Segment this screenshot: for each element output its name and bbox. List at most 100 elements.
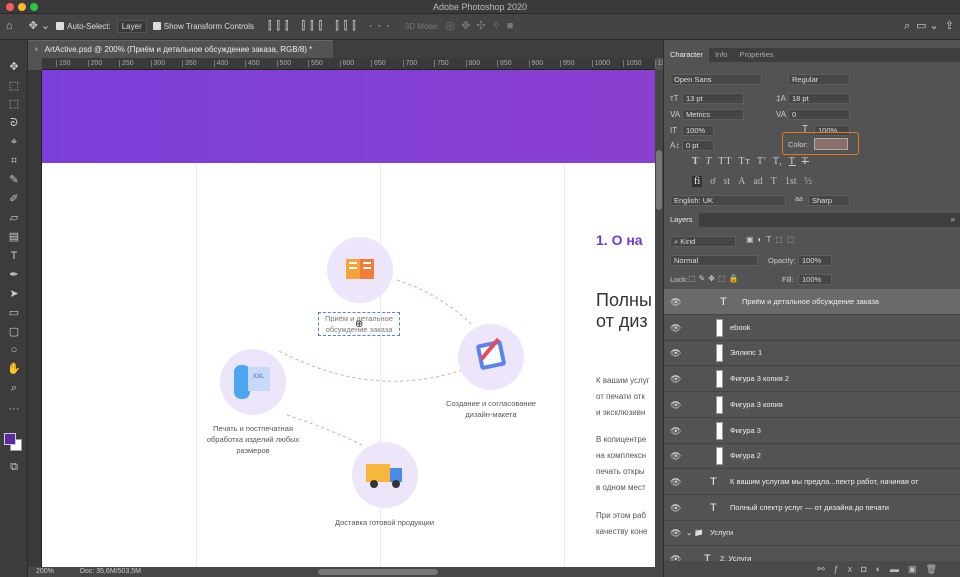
foreground-color-fill[interactable]: [4, 433, 16, 445]
auto-select-checkbox[interactable]: Auto-Select:: [56, 22, 111, 31]
baseline-shift-field[interactable]: 0 pt: [682, 140, 714, 151]
move-tool-icon[interactable]: ✥: [7, 60, 21, 74]
kerning-field[interactable]: Metrics: [682, 109, 744, 120]
artboard-tool-icon[interactable]: ⬚: [7, 79, 21, 93]
blend-mode-select[interactable]: Normal: [670, 255, 758, 266]
folder-icon[interactable]: ⌄ 📁: [686, 520, 704, 546]
close-tab-icon[interactable]: ×: [34, 45, 39, 54]
canvas-horizontal-scrollbar[interactable]: [318, 569, 438, 575]
eyedropper-tool-icon[interactable]: ✎: [7, 173, 21, 187]
layer-row[interactable]: 👁 ebook: [664, 315, 960, 341]
layer-name: Фигура 3 копия: [730, 399, 783, 409]
rectangle-tool-icon[interactable]: ▭: [7, 306, 21, 320]
3d-controls-icons[interactable]: ◎✥✣✧■: [446, 21, 520, 32]
hand-tool-icon[interactable]: ✋: [7, 362, 21, 376]
layer-name: 2. Услуги: [720, 554, 752, 561]
filter-kind-select[interactable]: ⌕ Kind: [670, 236, 736, 247]
visibility-eye-icon[interactable]: 👁: [670, 546, 681, 561]
marquee-tool-icon[interactable]: ⬚: [7, 97, 21, 111]
layer-row[interactable]: 👁 Эллипс 1: [664, 340, 960, 367]
tab-layers[interactable]: Layers: [664, 213, 699, 227]
tab-info[interactable]: Info: [709, 48, 734, 62]
canvas-vertical-scrollbar[interactable]: [655, 70, 663, 567]
crop-tool-icon[interactable]: ⌗: [7, 154, 21, 168]
font-style-select[interactable]: Regular: [788, 74, 850, 85]
close-window-button[interactable]: [6, 3, 14, 11]
opacity-field[interactable]: 100%: [798, 255, 832, 266]
ellipse-tool-icon[interactable]: ○: [7, 343, 21, 357]
tab-character[interactable]: Character: [664, 48, 709, 62]
search-icon[interactable]: ⌕: [904, 21, 910, 32]
rounded-rect-tool-icon[interactable]: ▢: [7, 325, 21, 339]
layer-row[interactable]: 👁 T К вашим услугам мы предла...пектр рабо…: [664, 469, 960, 495]
visibility-eye-icon[interactable]: 👁: [670, 289, 681, 315]
screen-mode-icon[interactable]: ⧉: [7, 460, 21, 474]
zoom-window-button[interactable]: [30, 3, 38, 11]
gradient-tool-icon[interactable]: ▤: [7, 230, 21, 244]
share-icon[interactable]: ⇪: [945, 21, 954, 32]
lasso-tool-icon[interactable]: ᘐ: [7, 116, 21, 130]
visibility-eye-icon[interactable]: 👁: [670, 392, 681, 418]
lock-icons[interactable]: ⬚✎✥⬚🔒: [688, 274, 741, 283]
visibility-eye-icon[interactable]: 👁: [670, 340, 681, 366]
layer-row[interactable]: 👁 Фигура 3: [664, 418, 960, 444]
home-icon[interactable]: ⌂: [6, 21, 13, 32]
ruler-tick-label: 600: [339, 60, 354, 67]
quick-select-tool-icon[interactable]: ⌖: [7, 135, 21, 149]
text-layer-icon: T: [704, 553, 711, 561]
tab-properties[interactable]: Properties: [733, 48, 779, 62]
type-style-buttons[interactable]: T T TT Tт T' T, T T: [692, 156, 809, 167]
panel-menu-icon[interactable]: ≡: [951, 213, 955, 227]
leading-field[interactable]: 18 pt: [788, 93, 850, 104]
tracking-field[interactable]: 0: [788, 109, 850, 120]
layer-row[interactable]: 👁 T Приём и детальное обсуждение заказа: [664, 289, 960, 315]
zoom-tool-icon[interactable]: ⌕: [7, 381, 21, 395]
filter-type-icons[interactable]: ▣◐T⬚⬚: [746, 235, 798, 244]
layer-thumbnail: [716, 447, 723, 466]
text-layer-icon: T: [710, 475, 717, 488]
lock-label: Lock:: [670, 275, 688, 284]
layer-select-dropdown[interactable]: Layer: [116, 20, 147, 33]
visibility-eye-icon[interactable]: 👁: [670, 469, 681, 495]
layer-row[interactable]: 👁 T 2. Услуги: [664, 546, 960, 561]
antialias-select[interactable]: Sharp: [808, 195, 850, 206]
opacity-label: Opacity:: [768, 256, 796, 265]
zoom-level[interactable]: 200%: [36, 568, 54, 575]
more-tools-icon[interactable]: ···: [7, 402, 21, 416]
show-transform-checkbox[interactable]: Show Transform Controls: [152, 22, 254, 31]
layer-row[interactable]: 👁 Фигура 3 копия 2: [664, 366, 960, 393]
font-family-select[interactable]: Open Sans: [670, 74, 762, 85]
document-canvas[interactable]: Приём и детальное обсуждение заказа ⊕ Со…: [42, 70, 655, 567]
language-select[interactable]: English: UK: [670, 195, 786, 206]
path-select-tool-icon[interactable]: ➤: [7, 287, 21, 301]
font-size-field[interactable]: 13 pt: [682, 93, 744, 104]
vertical-scale-field[interactable]: 100%: [682, 125, 714, 136]
type-tool-icon[interactable]: T: [7, 249, 21, 263]
layer-row[interactable]: 👁 T Полный спектр услуг — от дизайна до пе…: [664, 495, 960, 521]
visibility-eye-icon[interactable]: 👁: [670, 366, 681, 392]
document-tab[interactable]: × ArtActive.psd @ 200% (Приём и детальное…: [28, 40, 333, 58]
layer-row[interactable]: 👁 Фигура 3 копия: [664, 392, 960, 418]
ruler-tick-label: 250: [119, 60, 134, 67]
opentype-buttons[interactable]: fi ơ st Aad T 1st ½: [692, 176, 812, 187]
layer-row[interactable]: 👁 Фигура 2: [664, 443, 960, 470]
text-color-swatch[interactable]: [814, 138, 848, 150]
visibility-eye-icon[interactable]: 👁: [670, 495, 681, 521]
visibility-eye-icon[interactable]: 👁: [670, 520, 681, 546]
align-icons[interactable]: ⫿⫿⫿ ⫿⫿⫿ ⫿⫿⫿ ···: [268, 21, 395, 32]
move-tool-icon[interactable]: ✥ ⌄: [29, 21, 51, 32]
eraser-tool-icon[interactable]: ▱: [7, 211, 21, 225]
visibility-eye-icon[interactable]: 👁: [670, 443, 681, 469]
transform-pivot-icon[interactable]: ⊕: [355, 319, 363, 330]
ruler-tick-label: 750: [434, 60, 449, 67]
fill-field[interactable]: 100%: [798, 274, 832, 285]
pen-tool-icon[interactable]: ✒: [7, 268, 21, 282]
design-tablet-icon: [476, 337, 506, 370]
workspace-icon[interactable]: ▭ ⌄: [916, 21, 939, 32]
layers-footer-icons[interactable]: ⚯ƒx◘◐▬▣🗑: [664, 561, 960, 577]
visibility-eye-icon[interactable]: 👁: [670, 418, 681, 444]
brush-tool-icon[interactable]: ✐: [7, 192, 21, 206]
layer-row[interactable]: 👁 ⌄ 📁 Услуги: [664, 520, 960, 547]
minimize-window-button[interactable]: [18, 3, 26, 11]
visibility-eye-icon[interactable]: 👁: [670, 315, 681, 341]
